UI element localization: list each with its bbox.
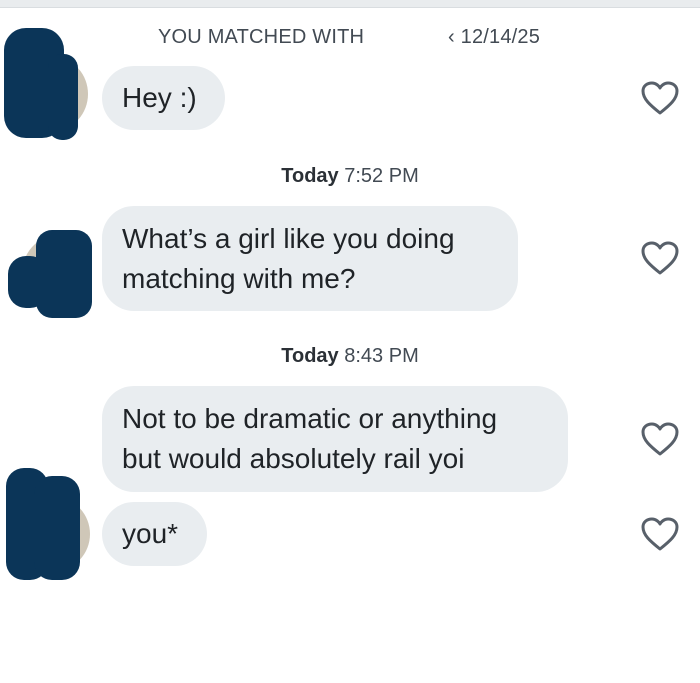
message-bubble[interactable]: Hey :): [102, 66, 225, 130]
message-text: you*: [122, 518, 179, 549]
heart-outline-icon[interactable]: [640, 421, 680, 457]
message-line: Not to be dramatic or anything: [122, 403, 498, 434]
timestamp-time: 8:43 PM: [344, 345, 419, 367]
avatar-redacted[interactable]: [8, 230, 92, 318]
timestamp: Today 7:52 PM: [0, 165, 700, 188]
heart-outline-icon[interactable]: [640, 516, 680, 552]
heart-outline-icon[interactable]: [640, 80, 680, 116]
timestamp-day: Today: [281, 345, 339, 367]
redaction-mark: [34, 476, 80, 580]
message-line: matching with me?: [122, 263, 356, 294]
message-bubble[interactable]: you*: [102, 502, 207, 566]
timestamp-day: Today: [281, 165, 339, 187]
timestamp-time: 7:52 PM: [344, 165, 419, 187]
avatar-redacted[interactable]: [4, 28, 88, 140]
redaction-mark: [36, 230, 92, 318]
match-header-text: YOU MATCHED WITH: [158, 26, 365, 48]
message-bubble[interactable]: Not to be dramatic or anything but would…: [102, 386, 568, 492]
heart-outline-icon[interactable]: [640, 240, 680, 276]
timestamp: Today 8:43 PM: [0, 345, 700, 368]
match-header: YOU MATCHED WITH ‹ 12/14/25: [0, 26, 700, 52]
message-line: What’s a girl like you doing: [122, 223, 455, 254]
message-line: but would absolutely rail yoi: [122, 443, 465, 474]
top-divider: [0, 0, 700, 8]
redaction-mark: [48, 54, 78, 140]
match-date: ‹ 12/14/25: [448, 26, 541, 48]
message-bubble[interactable]: What’s a girl like you doing matching wi…: [102, 206, 518, 311]
avatar-redacted[interactable]: [6, 468, 90, 580]
message-text: Hey :): [122, 82, 197, 113]
